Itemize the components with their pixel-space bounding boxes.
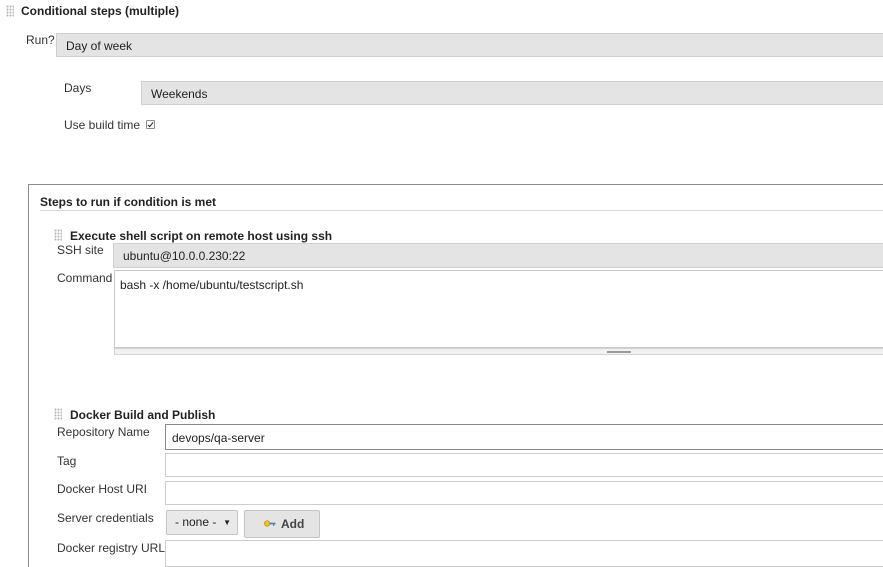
docker-registry-url-input[interactable] bbox=[165, 540, 883, 567]
server-credentials-value: - none - bbox=[175, 515, 217, 529]
ssh-step-title: Execute shell script on remote host usin… bbox=[70, 229, 333, 243]
ssh-site-label: SSH site bbox=[57, 243, 104, 257]
docker-registry-url-label: Docker registry URL bbox=[57, 541, 166, 555]
conditional-steps-form: Conditional steps (multiple) Run? Day of… bbox=[0, 0, 883, 567]
server-credentials-select[interactable]: - none - ▼ bbox=[166, 510, 238, 535]
command-label: Command bbox=[57, 271, 113, 285]
server-credentials-label: Server credentials bbox=[57, 511, 154, 525]
drag-handle-icon[interactable] bbox=[54, 229, 62, 241]
docker-step-title: Docker Build and Publish bbox=[70, 408, 216, 422]
use-build-time-checkbox[interactable] bbox=[146, 120, 155, 129]
use-build-time-label: Use build time bbox=[64, 118, 141, 132]
add-button-label: Add bbox=[281, 517, 305, 531]
section-divider bbox=[40, 210, 883, 211]
docker-host-uri-label: Docker Host URI bbox=[57, 482, 148, 496]
repository-name-label: Repository Name bbox=[57, 425, 150, 439]
tag-input[interactable] bbox=[165, 453, 883, 477]
add-credentials-button[interactable]: Add bbox=[244, 510, 320, 538]
run-condition-select[interactable]: Day of week bbox=[56, 33, 883, 57]
section-title: Conditional steps (multiple) bbox=[21, 4, 179, 18]
resize-grip-icon bbox=[607, 351, 631, 353]
chevron-down-icon: ▼ bbox=[223, 518, 231, 527]
docker-host-uri-input[interactable] bbox=[165, 481, 883, 505]
days-label: Days bbox=[64, 81, 92, 95]
steps-section-title: Steps to run if condition is met bbox=[40, 195, 217, 209]
key-icon bbox=[264, 520, 276, 527]
tag-label: Tag bbox=[57, 454, 77, 468]
ssh-site-select[interactable]: ubuntu@10.0.0.230:22 bbox=[113, 243, 883, 268]
run-label: Run? bbox=[26, 33, 55, 47]
drag-handle-icon[interactable] bbox=[6, 5, 14, 17]
days-select[interactable]: Weekends bbox=[141, 81, 883, 105]
command-textarea[interactable]: bash -x /home/ubuntu/testscript.sh bbox=[114, 270, 883, 348]
drag-handle-icon[interactable] bbox=[54, 408, 62, 420]
textarea-resize-handle[interactable] bbox=[114, 348, 883, 355]
repository-name-input[interactable]: devops/qa-server bbox=[165, 424, 883, 450]
